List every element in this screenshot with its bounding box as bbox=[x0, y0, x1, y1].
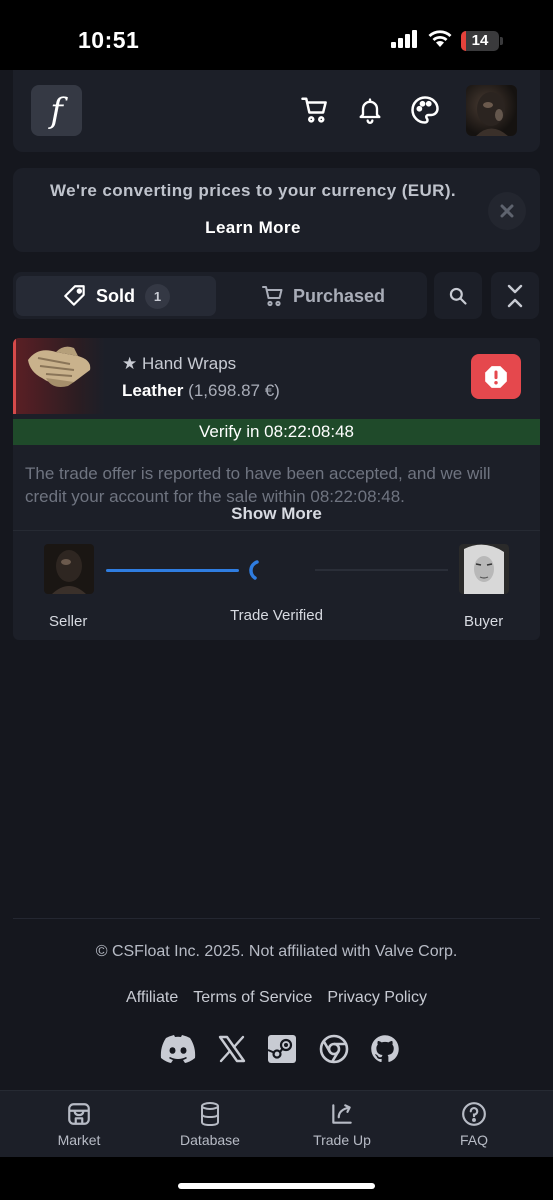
progress-line-complete bbox=[106, 569, 239, 572]
report-alert-button[interactable] bbox=[471, 354, 521, 399]
currency-banner: We're converting prices to your currency… bbox=[13, 168, 540, 252]
tab-purchased[interactable]: Purchased bbox=[223, 276, 423, 316]
wifi-icon bbox=[427, 29, 453, 53]
nav-database-label: Database bbox=[180, 1132, 240, 1148]
learn-more-link[interactable]: Learn More bbox=[13, 218, 493, 238]
nav-faq-label: FAQ bbox=[459, 1132, 488, 1148]
steam-icon[interactable] bbox=[267, 1034, 297, 1064]
store-icon bbox=[68, 1103, 90, 1125]
csfloat-logo[interactable]: f bbox=[31, 85, 82, 136]
nav-database[interactable]: Database bbox=[155, 1101, 265, 1148]
trade-progress: Seller Trade Verified Buyer bbox=[13, 530, 540, 640]
item-image bbox=[13, 338, 105, 414]
top-bar: f bbox=[13, 70, 540, 152]
status-icons: 14 bbox=[391, 29, 503, 53]
discord-icon[interactable] bbox=[160, 1035, 196, 1063]
palette-icon[interactable] bbox=[408, 93, 442, 127]
progress-line-pending bbox=[315, 569, 448, 571]
trade-card: ★ Hand Wraps Leather (1,698.87 €) Verify… bbox=[13, 338, 540, 640]
footer-links: Affiliate Terms of Service Privacy Polic… bbox=[0, 989, 553, 1007]
privacy-policy-link[interactable]: Privacy Policy bbox=[327, 989, 427, 1007]
cart-icon bbox=[261, 284, 285, 308]
x-icon[interactable] bbox=[218, 1035, 246, 1063]
terms-of-service-link[interactable]: Terms of Service bbox=[193, 989, 312, 1007]
database-icon bbox=[201, 1102, 219, 1127]
collapse-button[interactable] bbox=[491, 272, 539, 319]
status-time: 10:51 bbox=[78, 27, 140, 53]
loading-spinner-icon bbox=[249, 558, 273, 587]
footer-divider bbox=[13, 918, 540, 919]
collapse-icon bbox=[507, 284, 523, 307]
bottom-nav: Market Database Trade Up FAQ bbox=[0, 1090, 553, 1157]
buyer-label: Buyer bbox=[464, 613, 504, 630]
cellular-signal-icon bbox=[391, 29, 419, 53]
nav-trade-up[interactable]: Trade Up bbox=[287, 1101, 397, 1148]
item-name: ★ Hand Wraps bbox=[122, 354, 237, 373]
tab-sold[interactable]: Sold 1 bbox=[16, 276, 216, 316]
banner-message: We're converting prices to your currency… bbox=[49, 181, 457, 200]
close-banner-button[interactable] bbox=[488, 192, 526, 230]
nav-market-label: Market bbox=[57, 1132, 101, 1148]
verify-countdown-bar: Verify in 08:22:08:48 bbox=[13, 419, 540, 445]
copyright-text: © CSFloat Inc. 2025. Not affiliated with… bbox=[95, 943, 458, 960]
show-more-button[interactable]: Show More bbox=[13, 504, 540, 524]
close-icon bbox=[500, 204, 514, 218]
search-button[interactable] bbox=[434, 272, 482, 319]
buyer-avatar[interactable] bbox=[459, 544, 509, 594]
github-icon[interactable] bbox=[370, 1034, 400, 1064]
trade-tabs: Sold 1 Purchased bbox=[13, 272, 427, 319]
chrome-icon[interactable] bbox=[319, 1034, 349, 1064]
bell-icon[interactable] bbox=[353, 93, 387, 127]
trade-verified-label: Trade Verified bbox=[230, 607, 323, 624]
social-links bbox=[160, 1031, 400, 1067]
user-avatar[interactable] bbox=[466, 85, 517, 136]
search-icon bbox=[449, 287, 467, 305]
alert-octagon-icon bbox=[485, 365, 507, 388]
sold-count-badge: 1 bbox=[145, 283, 170, 309]
tag-icon bbox=[62, 283, 88, 309]
seller-avatar[interactable] bbox=[44, 544, 94, 594]
home-indicator[interactable] bbox=[178, 1183, 375, 1189]
trade-up-icon bbox=[332, 1104, 352, 1124]
cart-icon[interactable] bbox=[298, 93, 332, 127]
nav-faq[interactable]: FAQ bbox=[419, 1101, 529, 1148]
tab-sold-label: Sold bbox=[96, 285, 135, 306]
home-indicator-area bbox=[0, 1157, 553, 1200]
item-wear-price: Leather (1,698.87 €) bbox=[122, 381, 280, 400]
battery-icon: 14 bbox=[461, 31, 499, 51]
help-icon bbox=[462, 1102, 486, 1126]
status-bar: 10:51 14 bbox=[0, 0, 553, 70]
trade-status-message: The trade offer is reported to have been… bbox=[25, 464, 491, 506]
nav-trade-up-label: Trade Up bbox=[313, 1132, 371, 1148]
trade-item-row[interactable]: ★ Hand Wraps Leather (1,698.87 €) bbox=[13, 338, 540, 414]
tab-purchased-label: Purchased bbox=[292, 285, 386, 306]
nav-market[interactable]: Market bbox=[24, 1101, 134, 1148]
affiliate-link[interactable]: Affiliate bbox=[126, 989, 178, 1007]
